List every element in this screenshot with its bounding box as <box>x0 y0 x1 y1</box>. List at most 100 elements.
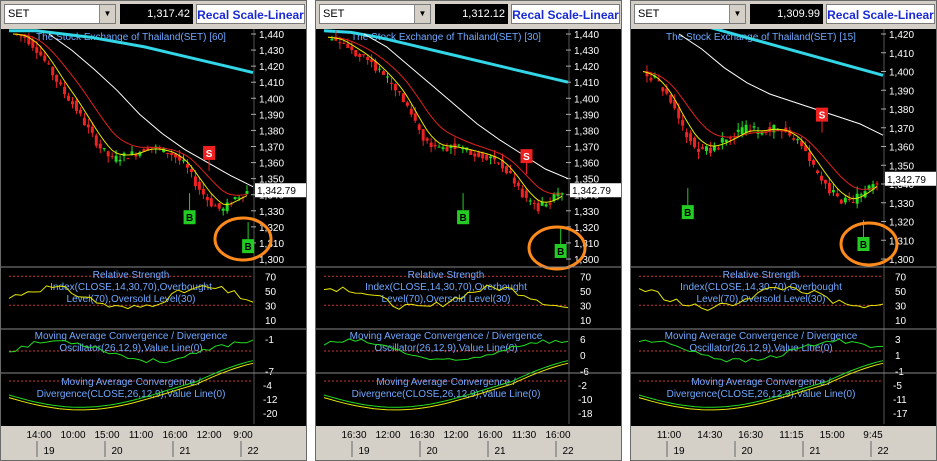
x-day-label: 20 <box>426 446 438 457</box>
macd-osc-title: Moving Average Convergence / Divergence <box>350 331 543 342</box>
candle-body <box>477 152 481 157</box>
macd-osc-tick-label: 0 <box>580 351 586 362</box>
chevron-down-icon[interactable]: ▼ <box>99 5 115 23</box>
macd-tick-label: -17 <box>893 409 908 420</box>
x-day-label: 19 <box>358 446 370 457</box>
symbol-select[interactable]: SET ▼ <box>4 4 116 24</box>
y-tick-label: 1,390 <box>574 110 599 121</box>
candle-body <box>433 144 437 147</box>
candle-body <box>796 139 800 141</box>
recal-scale-button[interactable]: Recal Scale-Linear <box>196 4 305 24</box>
macd-tick-label: -12 <box>263 395 278 406</box>
candle-body <box>366 56 370 60</box>
candle-body <box>851 201 855 203</box>
rsi-tick-label: 50 <box>265 287 277 298</box>
candle-body <box>362 54 366 56</box>
chart-panel-60[interactable]: SET ▼ 1,317.42 Recal Scale-Linear 1,440 1,… <box>0 0 307 461</box>
rsi-title: Level(70),Oversold Level(30) <box>697 294 826 305</box>
candle-body <box>209 198 213 207</box>
candle-body <box>409 108 413 115</box>
candle-body <box>197 181 201 190</box>
candle-body <box>661 87 665 92</box>
x-time-label: 15:00 <box>94 430 119 441</box>
chart-canvas[interactable]: 1,440 1,430 1,420 1,410 1,400 1,390 1,380 1,370… <box>316 29 621 460</box>
candle-body <box>114 155 118 162</box>
y-tick-label: 1,400 <box>889 68 914 79</box>
candle-body <box>118 159 122 162</box>
candle-body <box>417 124 421 130</box>
rsi-tick-label: 10 <box>265 316 277 327</box>
symbol-select[interactable]: SET ▼ <box>319 4 431 24</box>
rsi-title: Index(CLOSE,14,30,70),Overbought <box>365 282 527 293</box>
candle-body <box>760 132 764 135</box>
candle-body <box>55 74 59 82</box>
candle-body <box>35 47 39 53</box>
recal-scale-button[interactable]: Recal Scale-Linear <box>511 4 620 24</box>
candle-body <box>59 82 63 85</box>
candle-body <box>708 147 712 154</box>
candle-body <box>106 151 110 157</box>
candle-body <box>397 91 401 93</box>
rsi-tick-label: 70 <box>265 272 277 283</box>
y-tick-label: 1,440 <box>574 30 599 41</box>
recal-scale-button[interactable]: Recal Scale-Linear <box>826 4 935 24</box>
chart-canvas[interactable]: 1,440 1,430 1,420 1,410 1,400 1,390 1,380 1,370… <box>1 29 306 460</box>
buy-signal-label: B <box>459 213 466 224</box>
macd-osc-tick-label: -1 <box>265 335 274 346</box>
macd-title: Divergence(CLOSE,26,12,9),Value Line(0) <box>667 389 856 400</box>
candle-body <box>186 164 190 168</box>
candle-body <box>508 171 512 173</box>
candle-body <box>808 152 812 161</box>
candle-body <box>823 179 827 184</box>
sell-signal-label: S <box>206 149 213 160</box>
symbol-select[interactable]: SET ▼ <box>634 4 746 24</box>
macd-osc-title: Moving Average Convergence / Divergence <box>665 331 858 342</box>
y-tick-label: 1,370 <box>574 143 599 154</box>
rsi-tick-label: 10 <box>580 316 592 327</box>
x-day-label: 21 <box>494 446 506 457</box>
macd-tick-label: -2 <box>578 381 587 392</box>
chart-panel-30[interactable]: SET ▼ 1,312.12 Recal Scale-Linear 1,440 1,… <box>315 0 622 461</box>
candle-body <box>816 170 820 173</box>
candle-body <box>82 117 86 126</box>
current-price: 1,312.12 <box>435 4 508 24</box>
candle-body <box>170 152 174 155</box>
current-price: 1,317.42 <box>120 4 193 24</box>
buy-signal-label: B <box>245 242 252 253</box>
rsi-tick-label: 70 <box>580 272 592 283</box>
candle-body <box>457 144 461 146</box>
chart-canvas[interactable]: 1,420 1,410 1,400 1,390 1,380 1,370 1,360 1,350… <box>631 29 936 460</box>
candle-body <box>358 54 362 57</box>
candle-body <box>233 197 237 200</box>
rsi-tick-label: 30 <box>895 301 907 312</box>
last-price-label: 1,342.79 <box>572 186 611 197</box>
macd-tick-label: -10 <box>578 395 593 406</box>
macd-title: Divergence(CLOSE,26,12,9),Value Line(0) <box>352 389 541 400</box>
y-tick-label: 1,380 <box>574 126 599 137</box>
candle-body <box>548 203 552 205</box>
x-day-label: 22 <box>562 446 574 457</box>
candle-body <box>724 139 728 142</box>
candle-body <box>473 153 477 157</box>
chevron-down-icon[interactable]: ▼ <box>414 5 430 23</box>
chevron-down-icon[interactable]: ▼ <box>729 5 745 23</box>
candle-body <box>736 129 740 132</box>
candle-body <box>330 38 334 41</box>
x-day-label: 20 <box>741 446 753 457</box>
x-time-label: 9:45 <box>863 430 883 441</box>
x-time-label: 12:00 <box>443 430 468 441</box>
x-time-label: 12:00 <box>375 430 400 441</box>
x-time-label: 11:00 <box>657 430 682 441</box>
candle-body <box>382 71 386 75</box>
candle-body <box>370 59 374 63</box>
chart-panel-15[interactable]: SET ▼ 1,309.99 Recal Scale-Linear 1,420 1,… <box>630 0 937 461</box>
candle-body <box>193 176 197 187</box>
candle-body <box>67 95 71 101</box>
candle-body <box>649 77 653 81</box>
macd-tick-label: -20 <box>263 409 278 420</box>
y-tick-label: 1,410 <box>889 49 914 60</box>
rsi-tick-label: 70 <box>895 272 907 283</box>
candle-body <box>875 183 879 185</box>
candle-body <box>110 156 114 158</box>
candle-body <box>429 142 433 148</box>
